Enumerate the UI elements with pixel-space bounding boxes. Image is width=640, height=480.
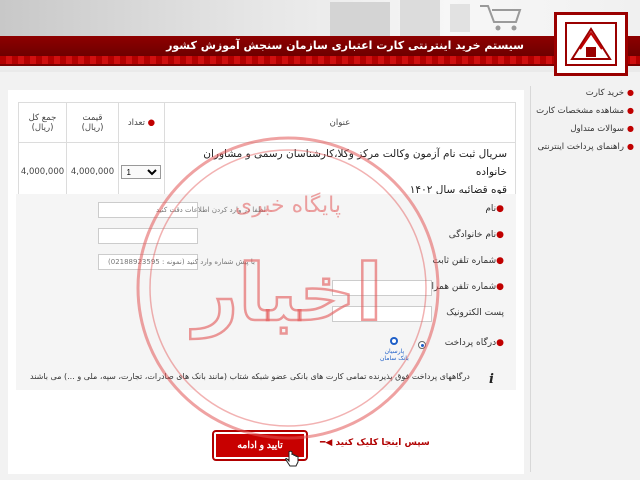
phone-hint: با پیش شماره وارد کنید (نمونه : 02188923… [108,258,255,266]
header-banner [0,0,640,36]
sidebar-item-faq[interactable]: ●سوالات متداول [534,124,634,134]
quantity-select[interactable]: 1 [121,165,162,179]
app-title: سیستم خرید اینترنتی کارت اعتباری سازمان … [166,39,524,52]
sidebar-item-label: راهنمای پرداخت اینترنتی [537,142,625,152]
column-header-title: عنوان [163,102,517,143]
sidebar: ●خرید کارت ●مشاهده مشخصات کارت ●سوالات م… [534,88,634,160]
purchase-form: ●نام لطفا در وارد کردن اطلاعات دقت کنید … [16,194,516,390]
column-header-price: قیمت (ریال) [66,102,119,143]
main-panel: عنوان ● تعداد قیمت (ریال) جمع کل (ریال) سر… [8,90,524,474]
table-row: سریال ثبت نام آزمون وکالت مرکز وکلا،کارش… [17,142,517,202]
quantity-cell: 1 [117,142,165,202]
gateway-note: درگاههای پرداخت فوق پذیرنده تمامی کارت ه… [30,372,470,381]
last-name-label: ●نام خانوادگی [448,230,504,240]
decorative-strip [0,56,640,66]
column-header-quantity: ● تعداد [117,102,165,143]
sidebar-item-label: سوالات متداول [570,124,625,134]
sidebar-item-buy-card[interactable]: ●خرید کارت [534,88,634,98]
header: سیستم خرید اینترنتی کارت اعتباری سازمان … [0,0,640,76]
gateway-label: ●درگاه پرداخت [444,338,504,348]
click-here-annotation: سپس اینجا کلیک کنید ◀━ [320,438,430,448]
gateway-radio[interactable] [418,341,426,349]
bullet-icon: ● [627,124,634,133]
first-name-hint: لطفا در وارد کردن اطلاعات دقت کنید [156,206,266,214]
bullet-icon: ● [627,142,634,151]
sidebar-item-view-card[interactable]: ●مشاهده مشخصات کارت [534,106,634,116]
table-header-row: عنوان ● تعداد قیمت (ریال) جمع کل (ریال) [17,102,517,143]
info-icon: i [489,372,494,387]
last-name-input[interactable] [98,228,198,244]
organization-logo [554,12,628,76]
bullet-icon: ● [627,88,634,97]
bullet-icon: ● [627,106,634,115]
divider [530,86,531,472]
sidebar-item-payment-guide[interactable]: ●راهنمای پرداخت اینترنتی [534,142,634,152]
email-input[interactable] [332,306,432,322]
sidebar-item-label: خرید کارت [585,88,625,98]
total-cell: 4,000,000 [17,142,68,202]
first-name-label: ●نام [485,204,504,214]
price-cell: 4,000,000 [66,142,119,202]
phone-label: ●شماره تلفن ثابت [432,256,504,266]
product-title: سریال ثبت نام آزمون وکالت مرکز وکلا،کارش… [163,142,517,202]
cart-table: عنوان ● تعداد قیمت (ریال) جمع کل (ریال) سر… [17,102,517,202]
mobile-input[interactable] [332,280,432,296]
mobile-label: ●شماره تلفن همراه [426,282,504,292]
hand-cursor-icon [285,450,299,467]
column-header-total: جمع کل (ریال) [17,102,68,143]
email-label: پست الکترونیک [446,308,504,318]
sidebar-item-label: مشاهده مشخصات کارت [536,106,625,116]
bank-icon [390,337,399,345]
bank-logo: پارسیان بانک سامان [380,336,409,362]
shopping-cart-graphic [330,0,522,36]
